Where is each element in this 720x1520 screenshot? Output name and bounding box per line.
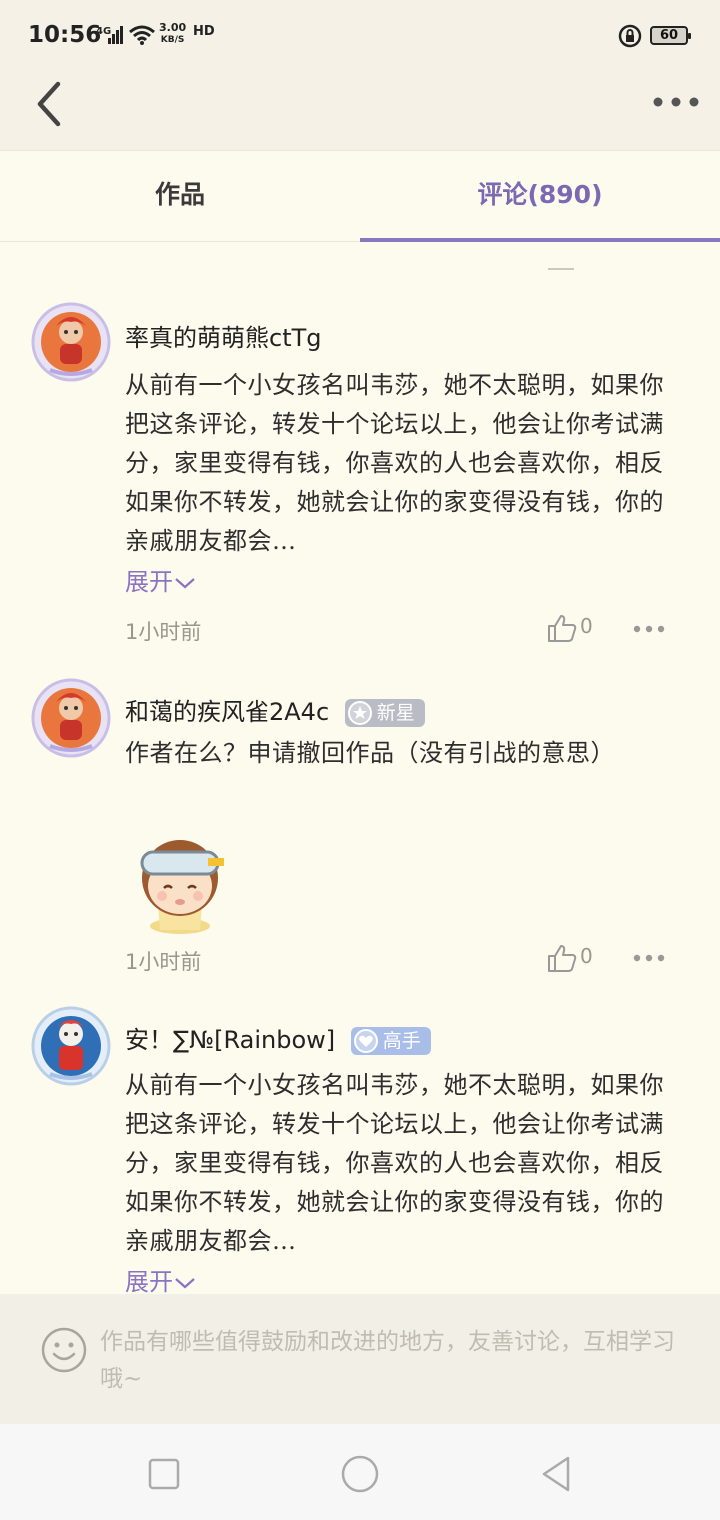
comment-input[interactable]: 作品有哪些值得鼓励和改进的地方，友善讨论，互相学习哦~ <box>100 1324 690 1398</box>
expand-button[interactable]: 展开 <box>125 562 197 597</box>
comment-text: 从前有一个小女孩名叫韦莎，她不太聪明，如果你把这条评论，转发十个论坛以上，他会让… <box>125 1071 664 1255</box>
hd-indicator: HD <box>193 24 215 39</box>
level-badge: 新星 <box>344 699 425 727</box>
expand-label: 展开 <box>125 1268 173 1296</box>
comment-item: 率真的萌萌熊ctTg 从前有一个小女孩名叫韦莎，她不太聪明，如果你把这条评论，转… <box>0 300 720 660</box>
badge-label: 新星 <box>376 702 415 724</box>
expand-button[interactable]: 展开 <box>125 1262 197 1297</box>
comment-username[interactable]: 安！∑№[Rainbow] <box>125 1026 335 1054</box>
comment-username[interactable]: 率真的萌萌熊ctTg <box>125 318 322 353</box>
badge-label: 高手 <box>382 1030 421 1052</box>
smile-icon[interactable] <box>40 1326 88 1374</box>
home-icon[interactable] <box>340 1454 380 1494</box>
comment-item: 和蔼的疾风雀2A4c 新星 作者在么？申请撤回作品（没有引战的意思） 1小时前 … <box>0 676 720 986</box>
comment-more-icon[interactable] <box>632 952 666 964</box>
comment-user-row: 和蔼的疾风雀2A4c 新星 <box>125 692 425 727</box>
network-speed: 3.00 KB/S <box>159 22 186 46</box>
tab-works[interactable]: 作品 <box>0 151 360 241</box>
comment-item: 安！∑№[Rainbow] 高手 从前有一个小女孩名叫韦莎，她不太聪明，如果你把… <box>0 1004 720 1297</box>
rotation-lock-icon <box>618 24 642 48</box>
nav-back-icon[interactable] <box>536 1454 576 1494</box>
avatar[interactable] <box>30 300 112 382</box>
signal-icon <box>108 26 123 44</box>
recent-apps-icon[interactable] <box>144 1454 184 1494</box>
battery-indicator: 60 <box>650 26 691 45</box>
scroll-remnant <box>548 268 574 270</box>
wifi-icon <box>129 25 155 45</box>
active-tab-indicator <box>360 238 720 242</box>
star-badge-icon <box>347 701 372 725</box>
chevron-down-icon <box>175 578 195 589</box>
avatar[interactable] <box>30 676 112 758</box>
comment-time: 1小时前 <box>125 950 202 974</box>
tab-comments[interactable]: 评论(890) <box>360 151 720 241</box>
like-count: 0 <box>580 614 593 638</box>
chevron-down-icon <box>175 1278 195 1289</box>
status-bar: 10:56 4G 3.00 KB/S HD 60 <box>0 0 720 72</box>
app-header <box>0 72 720 150</box>
back-arrow-icon[interactable] <box>30 78 70 128</box>
expand-label: 展开 <box>125 568 173 596</box>
comment-time: 1小时前 <box>125 620 202 644</box>
comment-user-row: 安！∑№[Rainbow] 高手 <box>125 1020 431 1055</box>
speed-value: 3.00 <box>159 21 187 34</box>
comment-composer[interactable]: 作品有哪些值得鼓励和改进的地方，友善讨论，互相学习哦~ <box>0 1294 720 1424</box>
status-time: 10:56 <box>28 22 102 48</box>
comment-username[interactable]: 和蔼的疾风雀2A4c <box>125 698 329 726</box>
like-count: 0 <box>580 944 593 968</box>
thumbs-up-icon <box>548 615 577 642</box>
comment-more-icon[interactable] <box>632 623 666 635</box>
tab-bar: 作品 评论(890) <box>0 150 720 242</box>
comment-text: 从前有一个小女孩名叫韦莎，她不太聪明，如果你把这条评论，转发十个论坛以上，他会让… <box>125 371 664 555</box>
level-badge: 高手 <box>350 1027 431 1055</box>
like-button[interactable]: 0 <box>546 612 606 646</box>
like-button[interactable]: 0 <box>546 942 606 976</box>
avatar[interactable] <box>30 1004 112 1086</box>
speed-unit: KB/S <box>160 35 185 45</box>
comment-text: 作者在么？申请撤回作品（没有引战的意思） <box>125 739 615 767</box>
thumbs-up-icon <box>548 945 577 972</box>
system-nav-bar <box>0 1424 720 1520</box>
heart-badge-icon <box>353 1029 378 1053</box>
sticker-image <box>140 840 224 934</box>
more-dots-icon[interactable] <box>652 92 700 112</box>
